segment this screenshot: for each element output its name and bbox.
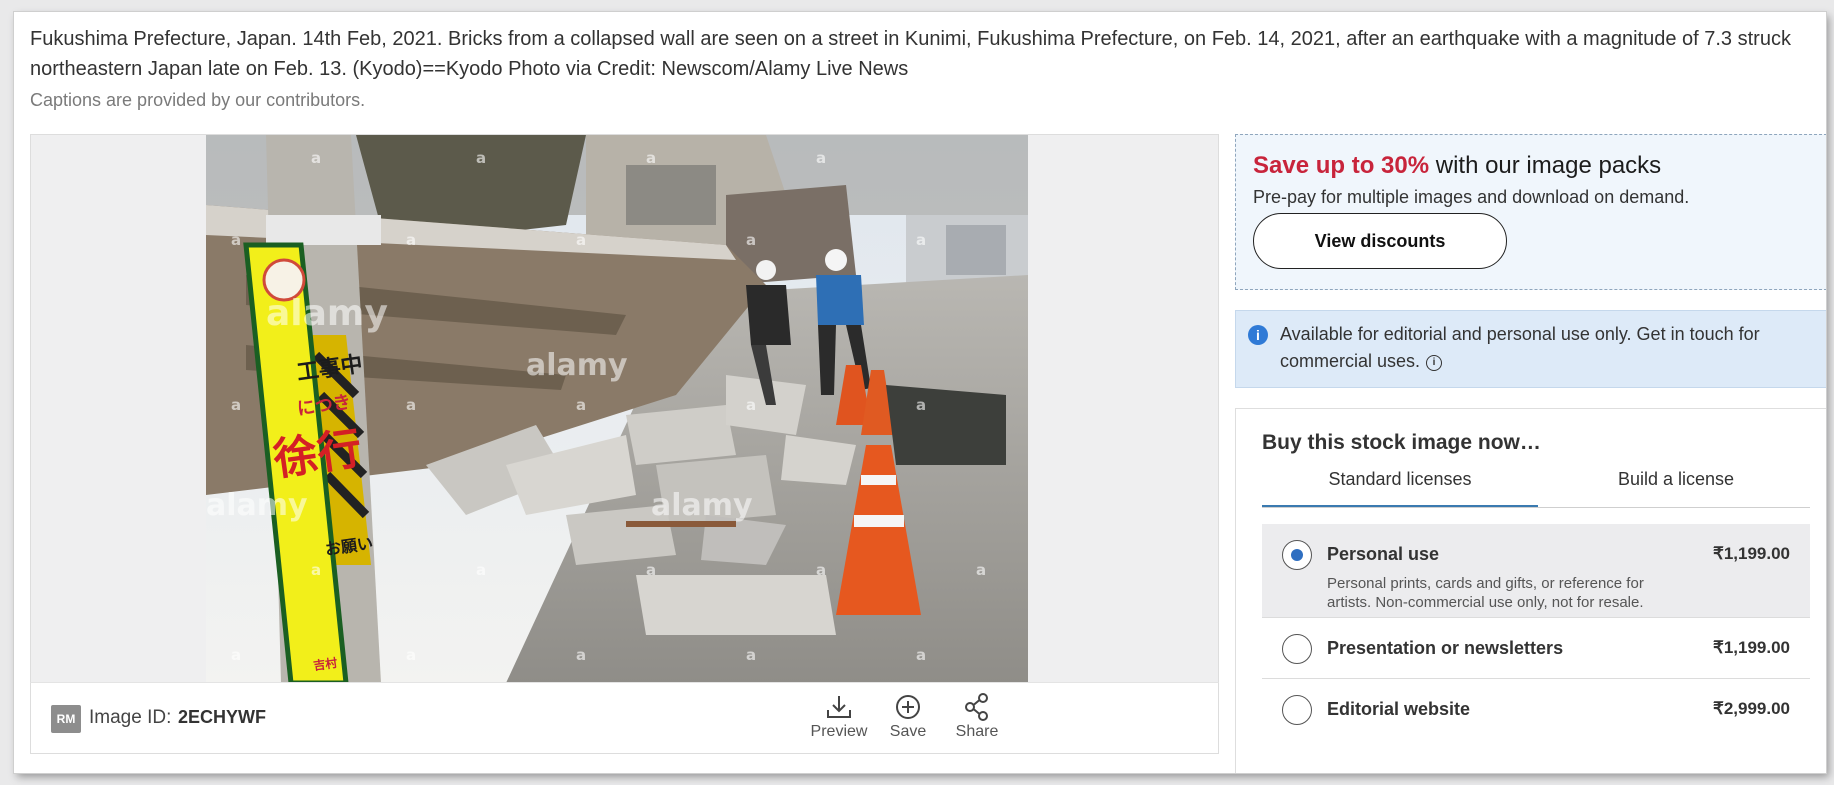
license-price: ₹1,199.00 [1713,638,1790,657]
svg-text:a: a [816,561,826,579]
tab-build-license[interactable]: Build a license [1538,469,1814,505]
svg-text:a: a [311,149,321,167]
plus-circle-icon [896,695,920,719]
view-discounts-button[interactable]: View discounts [1253,213,1507,269]
watermark-2: alamy [526,348,628,383]
image-caption: Fukushima Prefecture, Japan. 14th Feb, 2… [30,28,1791,80]
svg-text:a: a [746,646,756,664]
stock-photo[interactable]: 工事中 につき 徐行 お願い 吉村 alamy alamy alamy alam… [206,135,1028,683]
svg-text:a: a [476,149,486,167]
svg-text:a: a [746,231,756,249]
share-label: Share [955,723,999,740]
image-pack-promo: Save up to 30% with our image packs Pre-… [1235,134,1826,290]
license-option-editorial-website[interactable]: Editorial website ₹2,999.00 [1262,679,1810,739]
preview-label: Preview [810,723,868,740]
svg-text:a: a [231,396,241,414]
info-icon: i [1248,325,1268,345]
svg-text:a: a [311,561,321,579]
rm-license-badge: RM [51,705,81,733]
photo-illustration: 工事中 につき 徐行 お願い 吉村 alamy alamy alamy alam… [206,135,1028,683]
svg-text:a: a [816,149,826,167]
radio-personal-use[interactable] [1282,540,1312,570]
usage-notice-message: Available for editorial and personal use… [1280,324,1760,371]
save-label: Save [889,723,927,740]
svg-text:a: a [746,396,756,414]
license-option-personal-use[interactable]: Personal use ₹1,199.00 Personal prints, … [1262,524,1810,618]
radio-presentation[interactable] [1282,634,1312,664]
promo-title: Save up to 30% with our image packs [1253,152,1661,180]
watermark-3: alamy [206,488,308,523]
buy-title: Buy this stock image now… [1262,431,1541,454]
image-id-label: Image ID: [89,707,172,728]
tab-standard-licenses[interactable]: Standard licenses [1262,469,1538,508]
buy-panel: Buy this stock image now… Standard licen… [1235,408,1826,773]
svg-text:a: a [406,396,416,414]
preview-button[interactable]: Preview [804,693,874,741]
radio-editorial-website[interactable] [1282,695,1312,725]
svg-text:a: a [646,561,656,579]
license-price: ₹2,999.00 [1713,699,1790,718]
tab-divider [1262,507,1810,508]
page-frame: Fukushima Prefecture, Japan. 14th Feb, 2… [14,12,1826,773]
watermark-1: alamy [266,293,388,334]
svg-text:a: a [476,561,486,579]
svg-text:a: a [916,646,926,664]
svg-text:a: a [646,149,656,167]
svg-text:a: a [231,231,241,249]
svg-text:a: a [576,646,586,664]
svg-text:a: a [406,231,416,249]
svg-text:a: a [576,231,586,249]
image-viewer: 工事中 につき 徐行 お願い 吉村 alamy alamy alamy alam… [30,134,1219,684]
contributors-note: Captions are provided by our contributor… [30,90,366,110]
watermark-4: alamy [651,488,753,523]
info-tooltip-icon[interactable]: i [1426,355,1443,371]
svg-text:a: a [916,231,926,249]
license-price: ₹1,199.00 [1713,544,1790,563]
promo-highlight: Save up to 30% [1253,152,1430,179]
usage-notice-text: Available for editorial and personal use… [1280,321,1780,375]
license-name: Personal use [1327,544,1440,564]
share-button[interactable]: Share [942,693,1012,741]
image-id-value: 2ECHYWF [178,707,267,727]
usage-notice: i Available for editorial and personal u… [1235,310,1826,388]
share-icon [965,693,988,721]
license-name: Editorial website [1327,699,1471,719]
image-info-bar: RM Image ID: 2ECHYWF Preview Save Share [30,682,1219,754]
save-button[interactable]: Save [873,693,943,741]
svg-text:a: a [976,561,986,579]
license-name: Presentation or newsletters [1327,638,1564,658]
svg-text:a: a [576,396,586,414]
download-icon [827,696,851,718]
promo-title-rest: with our image packs [1429,152,1662,179]
svg-text:a: a [231,646,241,664]
svg-text:a: a [916,396,926,414]
svg-text:a: a [406,646,416,664]
license-description: Personal prints, cards and gifts, or ref… [1327,575,1644,611]
license-option-presentation[interactable]: Presentation or newsletters ₹1,199.00 [1262,618,1810,679]
promo-subtitle: Pre-pay for multiple images and download… [1253,187,1690,207]
